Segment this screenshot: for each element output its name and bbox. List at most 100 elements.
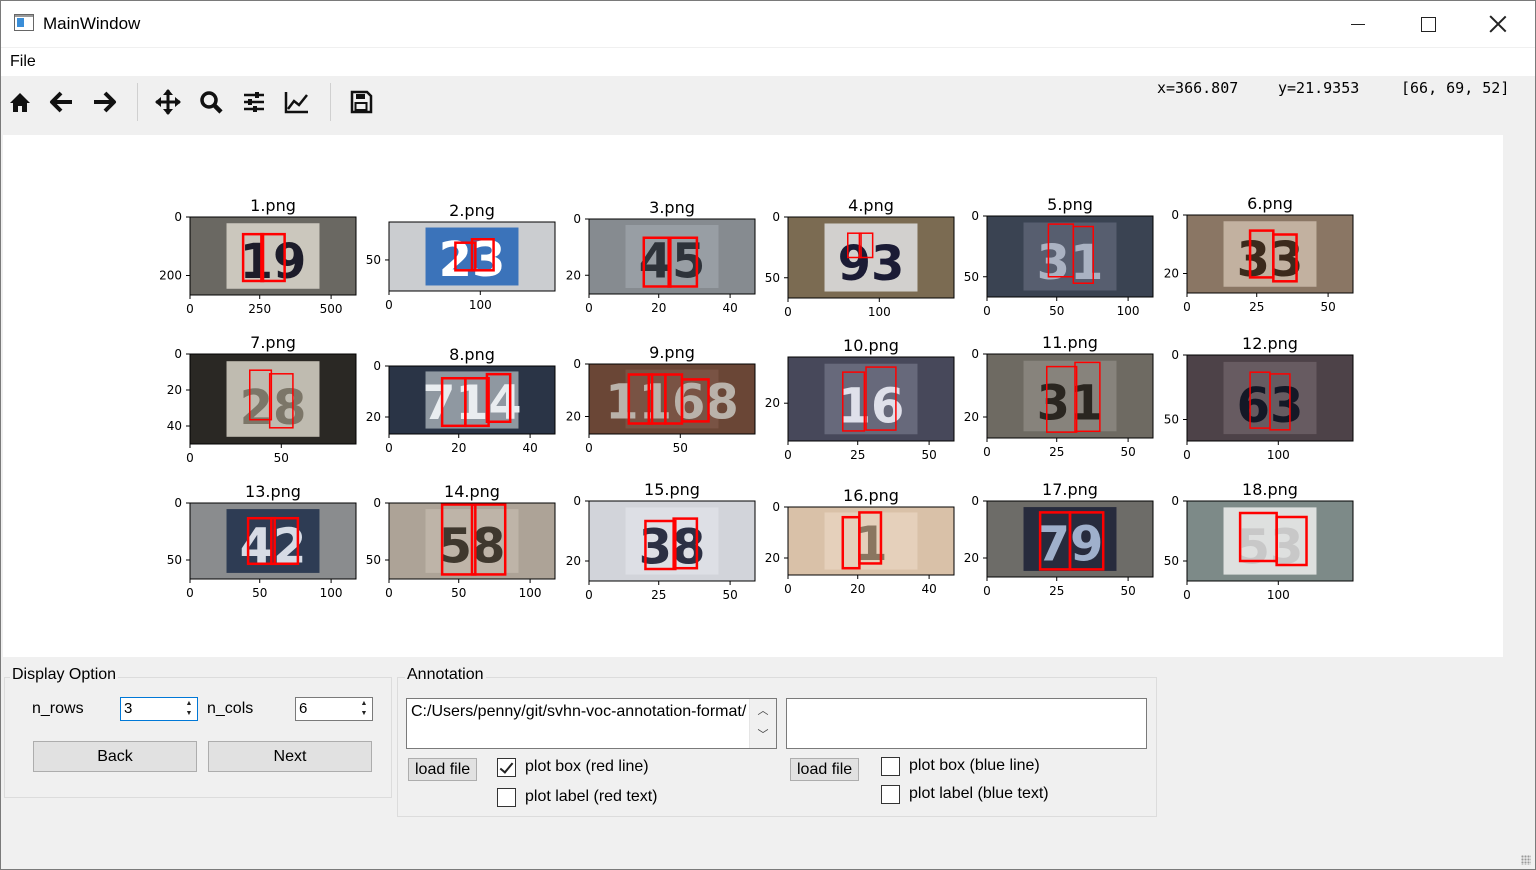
y-tick-label: 0 bbox=[573, 212, 581, 226]
y-tick-label: 20 bbox=[765, 396, 780, 410]
forward-button[interactable] bbox=[89, 87, 119, 117]
x-tick-label: 100 bbox=[519, 586, 542, 600]
subplot-title: 7.png bbox=[250, 333, 296, 352]
x-tick-label: 50 bbox=[451, 586, 466, 600]
spin-arrows[interactable]: ▲ ▼ bbox=[182, 699, 196, 719]
x-tick-label: 0 bbox=[585, 441, 593, 455]
resize-grip[interactable] bbox=[1521, 855, 1531, 865]
y-tick-label: 50 bbox=[1164, 554, 1179, 568]
x-tick-label: 500 bbox=[320, 302, 343, 316]
x-tick-label: 0 bbox=[784, 582, 792, 596]
plot-box-blue-checkbox[interactable] bbox=[881, 757, 900, 776]
subplot-image-digits: 45 bbox=[639, 234, 706, 290]
x-tick-label: 40 bbox=[722, 301, 737, 315]
y-tick-label: 50 bbox=[366, 253, 381, 267]
annotation-path-field[interactable]: C:/Users/penny/git/svhn-voc-annotation-f… bbox=[406, 698, 777, 749]
subplot-title: 17.png bbox=[1042, 480, 1098, 499]
path-scrollbar[interactable]: ︿ ﹀ bbox=[749, 699, 776, 748]
x-tick-label: 25 bbox=[850, 448, 865, 462]
subplot-title: 14.png bbox=[444, 482, 500, 501]
display-option-group bbox=[4, 677, 392, 798]
cursor-x-readout: x=366.807 bbox=[1157, 79, 1239, 97]
n-cols-spinbox[interactable]: 6 ▲ ▼ bbox=[295, 697, 373, 721]
zoom-button[interactable] bbox=[196, 87, 226, 117]
x-tick-label: 100 bbox=[1267, 448, 1290, 462]
back-button[interactable] bbox=[47, 87, 77, 117]
x-tick-label: 50 bbox=[1120, 445, 1135, 459]
subplot-title: 6.png bbox=[1247, 194, 1293, 213]
plot-label-blue-checkbox[interactable] bbox=[881, 785, 900, 804]
plot-label-red-checkbox[interactable] bbox=[497, 788, 516, 807]
annotation-path-field-2[interactable] bbox=[786, 698, 1147, 749]
window-title: MainWindow bbox=[43, 14, 141, 33]
configure-subplots-button[interactable] bbox=[239, 87, 269, 117]
spin-down-icon[interactable]: ▼ bbox=[357, 709, 371, 719]
maximize-button[interactable] bbox=[1393, 1, 1463, 47]
spin-arrows[interactable]: ▲ ▼ bbox=[357, 699, 371, 719]
n-rows-spinbox[interactable]: 3 ▲ ▼ bbox=[120, 697, 198, 721]
y-tick-label: 0 bbox=[573, 494, 581, 508]
x-tick-label: 40 bbox=[921, 582, 936, 596]
close-button[interactable] bbox=[1463, 1, 1533, 47]
edit-axis-button[interactable] bbox=[282, 87, 312, 117]
subplot-title: 9.png bbox=[649, 343, 695, 362]
x-tick-label: 0 bbox=[385, 298, 393, 312]
plot-label-red-label[interactable]: plot label (red text) bbox=[525, 788, 658, 806]
x-tick-label: 0 bbox=[983, 304, 991, 318]
x-tick-label: 100 bbox=[1267, 588, 1290, 602]
home-button[interactable] bbox=[5, 87, 35, 117]
scroll-up-icon[interactable]: ︿ bbox=[750, 699, 776, 723]
title-bar[interactable]: MainWindow bbox=[1, 1, 1535, 47]
x-tick-label: 20 bbox=[850, 582, 865, 596]
subplot-grid[interactable]: 1.png190 250 50002002.png230 100503.png450 2… bbox=[3, 135, 1503, 657]
back-arrow-icon bbox=[50, 91, 72, 113]
pixel-value-readout: [66, 69, 52] bbox=[1401, 79, 1510, 97]
back-page-button[interactable]: Back bbox=[33, 741, 197, 772]
load-file-button-2[interactable]: load file bbox=[790, 758, 860, 781]
y-tick-label: 0 bbox=[772, 500, 780, 514]
plot-canvas[interactable]: 1.png 19 0 250 500 0 200 2.png 23 0 100 50 3.png 45 0 2… bbox=[3, 135, 1503, 657]
subplot-title: 15.png bbox=[644, 480, 700, 499]
subplot-title: 3.png bbox=[649, 198, 695, 217]
maximize-icon bbox=[1420, 16, 1436, 32]
plot-box-red-checkbox[interactable] bbox=[497, 758, 516, 777]
spin-up-icon[interactable]: ▲ bbox=[182, 699, 196, 709]
y-tick-label: 50 bbox=[1164, 413, 1179, 427]
spin-down-icon[interactable]: ▼ bbox=[182, 709, 196, 719]
plot-box-red-label[interactable]: plot box (red line) bbox=[525, 758, 649, 776]
save-button[interactable] bbox=[346, 87, 376, 117]
spin-up-icon[interactable]: ▲ bbox=[357, 699, 371, 709]
x-tick-label: 0 bbox=[983, 584, 991, 598]
x-tick-label: 50 bbox=[1120, 584, 1135, 598]
y-tick-label: 50 bbox=[765, 271, 780, 285]
x-tick-label: 100 bbox=[469, 298, 492, 312]
plot-label-blue-label[interactable]: plot label (blue text) bbox=[909, 785, 1049, 803]
y-tick-label: 200 bbox=[159, 269, 182, 283]
subplot-title: 11.png bbox=[1042, 333, 1098, 352]
x-tick-label: 0 bbox=[385, 441, 393, 455]
y-tick-label: 50 bbox=[366, 553, 381, 567]
y-tick-label: 0 bbox=[174, 210, 182, 224]
x-tick-label: 40 bbox=[522, 441, 537, 455]
x-tick-label: 25 bbox=[1249, 300, 1264, 314]
y-tick-label: 20 bbox=[964, 551, 979, 565]
menu-file[interactable]: File bbox=[10, 53, 36, 71]
pan-button[interactable] bbox=[153, 87, 183, 117]
annotation-title: Annotation bbox=[405, 666, 486, 684]
y-tick-label: 0 bbox=[1171, 208, 1179, 222]
scroll-down-icon[interactable]: ﹀ bbox=[750, 723, 776, 747]
load-file-button[interactable]: load file bbox=[408, 758, 478, 781]
y-tick-label: 20 bbox=[366, 410, 381, 424]
subplot-title: 13.png bbox=[245, 482, 301, 501]
y-tick-label: 20 bbox=[167, 383, 182, 397]
close-icon bbox=[1489, 15, 1507, 33]
app-icon bbox=[14, 14, 34, 31]
x-tick-label: 50 bbox=[921, 448, 936, 462]
x-tick-label: 20 bbox=[451, 441, 466, 455]
next-page-button[interactable]: Next bbox=[208, 741, 372, 772]
plot-box-blue-label[interactable]: plot box (blue line) bbox=[909, 757, 1040, 775]
y-tick-label: 20 bbox=[765, 551, 780, 565]
subplot-title: 16.png bbox=[843, 486, 899, 505]
minimize-button[interactable] bbox=[1323, 1, 1393, 47]
y-tick-label: 20 bbox=[566, 268, 581, 282]
